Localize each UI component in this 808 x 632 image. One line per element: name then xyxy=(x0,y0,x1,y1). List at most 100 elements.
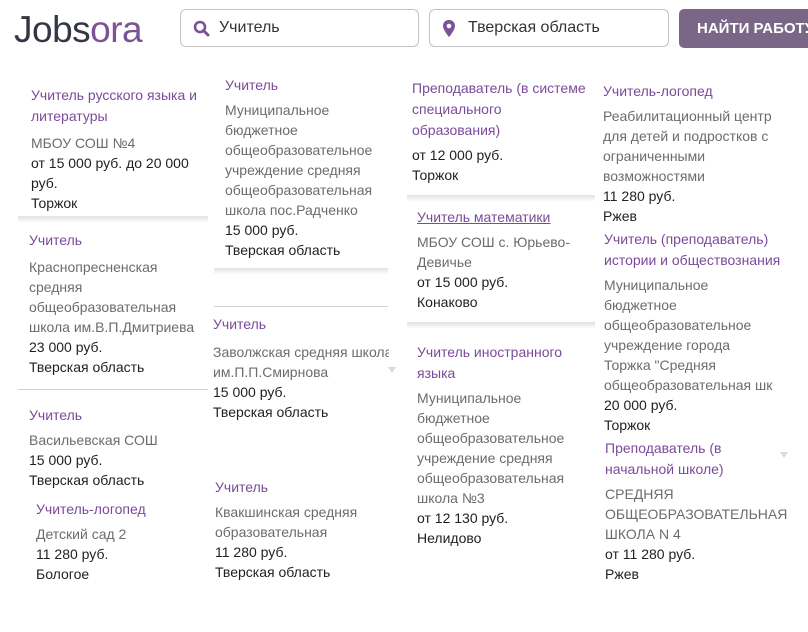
location-box[interactable] xyxy=(429,9,669,47)
employer-name: Квакшинская средняя xyxy=(215,504,358,520)
logo[interactable]: Jobsora xyxy=(14,8,143,52)
employer-name: ШКОЛА N 4 xyxy=(605,526,681,542)
job-title-link[interactable]: Учитель xyxy=(213,314,389,335)
salary: 23 000 руб. xyxy=(29,339,103,355)
job-card[interactable]: Учитель математики МБОУ СОШ с. Юрьево- Д… xyxy=(417,207,597,312)
job-title-link[interactable]: Учитель xyxy=(225,75,390,96)
search-icon xyxy=(193,20,210,37)
job-title-line: Учитель русского языка и xyxy=(31,87,197,103)
employer-name: Муниципальное xyxy=(604,277,709,293)
employer-name: Васильевская СОШ xyxy=(29,432,158,448)
job-title-link[interactable]: Учитель-логопед xyxy=(603,81,803,102)
job-title-link[interactable]: Преподаватель (в начальной школе) xyxy=(605,438,795,480)
salary: от 15 000 руб. до 20 000 xyxy=(31,155,189,171)
employer-name: общеобразовательное xyxy=(417,430,565,446)
employer-name: средняя xyxy=(29,279,83,295)
job-title-link[interactable]: Учитель иностранного языка xyxy=(417,342,597,384)
job-location: Торжок xyxy=(31,195,78,211)
salary: 15 000 руб. xyxy=(29,452,103,468)
employer-name: Заволжская средняя школа xyxy=(213,344,389,360)
job-title-line: Учитель xyxy=(29,407,83,423)
job-title-link[interactable]: Учитель xyxy=(29,230,209,251)
location-input[interactable] xyxy=(468,10,662,46)
employer-name: МБОУ СОШ №4 xyxy=(31,135,136,151)
employer-name: Муниципальное xyxy=(417,390,522,406)
search-input[interactable] xyxy=(219,10,412,46)
job-location: Тверская область xyxy=(213,404,329,420)
logo-part-2: ora xyxy=(90,9,143,50)
card-separator xyxy=(214,306,388,307)
job-title-line: Учитель (преподаватель) xyxy=(604,231,769,247)
employer-name: для детей и подростков с xyxy=(603,128,769,144)
employer-name: им.П.П.Смирнова xyxy=(213,364,329,380)
job-card[interactable]: Учитель Муниципальное бюджетное общеобра… xyxy=(225,75,390,260)
job-location: Тверская область xyxy=(215,564,331,580)
employer-name: СРЕДНЯЯ xyxy=(605,486,674,502)
job-card[interactable]: Учитель Квакшинская средняя образователь… xyxy=(215,477,385,582)
scroll-down-icon[interactable] xyxy=(388,367,396,373)
job-title-link[interactable]: Учитель русского языка и литературы xyxy=(31,85,211,127)
job-title-link[interactable]: Учитель (преподаватель) истории и общест… xyxy=(604,229,806,271)
job-title-link[interactable]: Учитель xyxy=(215,477,385,498)
card-separator xyxy=(214,268,388,274)
job-location: Бологое xyxy=(36,566,90,582)
job-location: Тверская область xyxy=(225,242,341,258)
job-location: Ржев xyxy=(603,208,637,224)
job-card[interactable]: Учитель-логопед Детский сад 2 11 280 руб… xyxy=(36,499,206,584)
job-card[interactable]: Учитель Краснопресненская средняя общеоб… xyxy=(29,230,209,377)
job-title-line: литературы xyxy=(31,108,108,124)
job-title-line: Учитель xyxy=(225,77,279,93)
job-card[interactable]: Учитель (преподаватель) истории и общест… xyxy=(604,229,806,435)
salary: руб. xyxy=(31,175,58,191)
salary: 11 280 руб. xyxy=(215,544,288,560)
card-separator xyxy=(407,322,595,328)
employer-name: учреждение средняя xyxy=(225,162,361,178)
location-pin-icon xyxy=(443,20,455,37)
employer-name: общеобразовательная шк xyxy=(604,377,773,393)
logo-part-1: Jobs xyxy=(14,9,91,50)
employer-name: учреждение города xyxy=(604,337,731,353)
employer-name: Девичье xyxy=(417,254,472,270)
salary: 11 280 руб. xyxy=(603,188,676,204)
job-card[interactable]: Учитель иностранного языка Муниципальное… xyxy=(417,342,597,548)
job-location: Торжок xyxy=(412,167,459,183)
job-location: Конаково xyxy=(417,294,478,310)
job-title-line: Учитель xyxy=(215,479,269,495)
job-title-line: начальной школе) xyxy=(605,461,724,477)
job-title-line: Преподаватель (в xyxy=(605,440,722,456)
employer-name: Муниципальное xyxy=(225,102,330,118)
job-card[interactable]: Преподаватель (в системе специального об… xyxy=(412,78,597,185)
job-card[interactable]: Учитель Заволжская средняя школа им.П.П.… xyxy=(213,314,389,422)
job-card[interactable]: Учитель-логопед Реабилитационный центр д… xyxy=(603,81,803,226)
job-title-line: Учитель xyxy=(29,232,83,248)
employer-name: общеобразовательное xyxy=(225,142,373,158)
job-card[interactable]: Преподаватель (в начальной школе) СРЕДНЯ… xyxy=(605,438,795,584)
salary: 15 000 руб. xyxy=(225,222,299,238)
employer-name: школа №3 xyxy=(417,490,485,506)
job-title-line: Учитель иностранного xyxy=(417,344,563,360)
job-title-link[interactable]: Учитель xyxy=(29,405,209,426)
job-location: Ржев xyxy=(605,566,639,582)
job-title-link[interactable]: Учитель-логопед xyxy=(36,499,206,520)
job-location: Тверская область xyxy=(29,472,145,488)
employer-name: Детский сад 2 xyxy=(36,526,127,542)
employer-name: школа пос.Радченко xyxy=(225,202,358,218)
employer-name: общеобразовательная xyxy=(29,299,177,315)
job-title-link[interactable]: Преподаватель (в системе специального об… xyxy=(412,78,597,141)
salary: от 12 000 руб. xyxy=(412,147,504,163)
employer-name: школа им.В.П.Дмитриева xyxy=(29,319,195,335)
job-location: Торжок xyxy=(604,417,651,433)
job-title-line: Учитель xyxy=(213,316,267,332)
search-box[interactable] xyxy=(180,9,419,47)
employer-name: общеобразовательное xyxy=(604,317,752,333)
job-card[interactable]: Учитель русского языка и литературы МБОУ… xyxy=(31,85,211,213)
job-title-line: образования) xyxy=(412,122,501,138)
employer-name: бюджетное xyxy=(417,410,490,426)
employer-name: образовательная xyxy=(215,524,328,540)
find-job-button[interactable]: НАЙТИ РАБОТУ xyxy=(679,9,808,48)
salary: 15 000 руб. xyxy=(213,384,287,400)
job-title-link[interactable]: Учитель математики xyxy=(417,207,597,228)
job-title-line: Учитель математики xyxy=(417,209,551,225)
employer-name: общеобразовательная xyxy=(225,182,373,198)
job-card[interactable]: Учитель Васильевская СОШ 15 000 руб. Тве… xyxy=(29,405,209,490)
